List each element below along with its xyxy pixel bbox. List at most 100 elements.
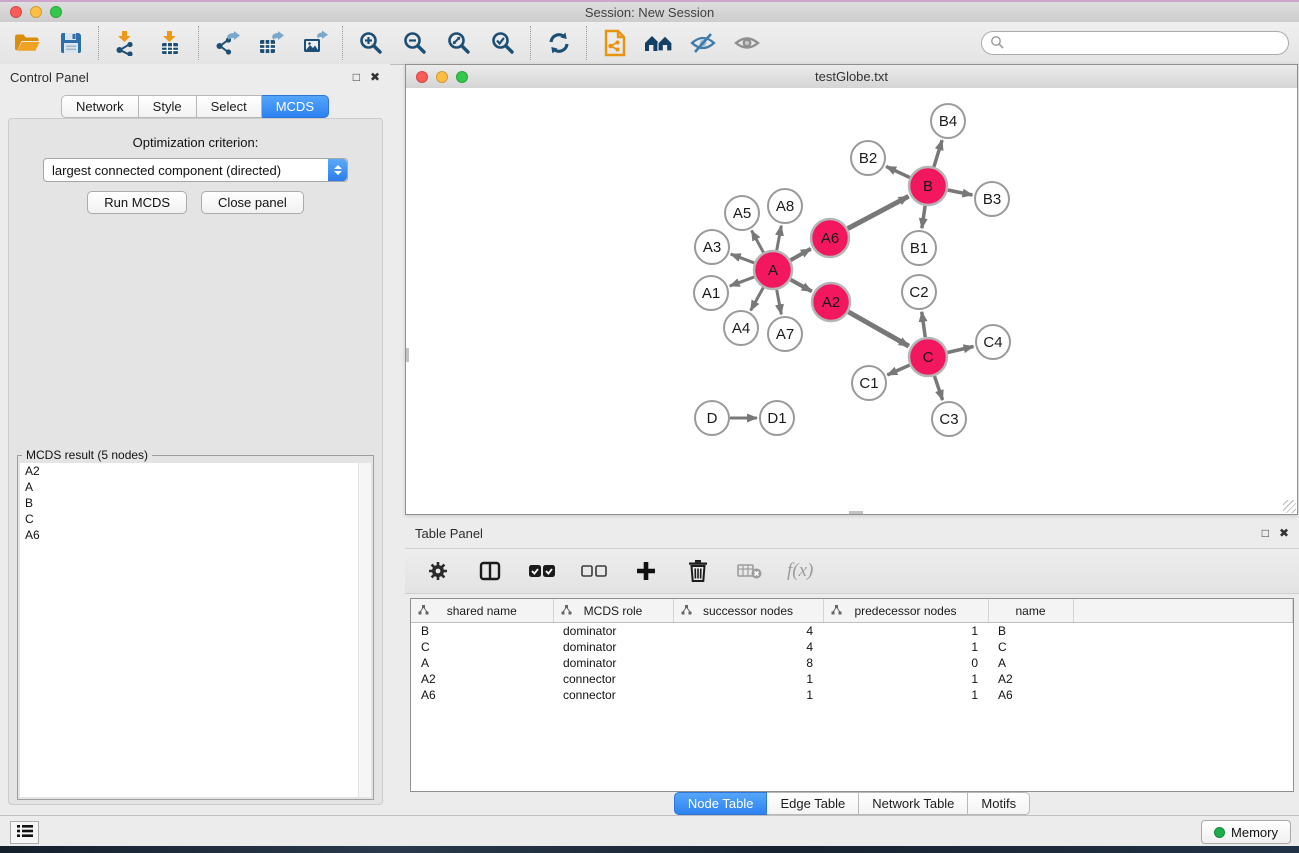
table-row[interactable]: A2connector11A2 [411,671,1293,687]
column-header[interactable]: name [988,599,1073,623]
graph-node[interactable]: A3 [695,230,729,264]
table-cell[interactable]: 1 [823,687,988,703]
float-panel-icon[interactable]: □ [353,71,360,83]
table-cell[interactable]: 4 [673,623,823,640]
table-cell[interactable]: 4 [673,639,823,655]
split-columns-button[interactable] [475,556,505,586]
table-cell[interactable]: A2 [411,671,553,687]
result-list-item[interactable]: A [20,479,371,495]
table-cell[interactable]: 1 [823,639,988,655]
tab-select[interactable]: Select [197,95,262,118]
table-cell[interactable]: A [988,655,1073,671]
ndex-button[interactable] [600,28,630,58]
table-cell[interactable]: B [988,623,1073,640]
hide-graphics-details-button[interactable] [688,28,718,58]
import-network-button[interactable] [112,28,142,58]
table-cell[interactable]: 1 [673,687,823,703]
zoom-out-button[interactable] [400,28,430,58]
graph-edge[interactable] [887,365,909,375]
close-panel-button[interactable]: Close panel [201,191,304,214]
task-history-button[interactable] [10,821,39,844]
table-cell[interactable]: C [411,639,553,655]
graph-node[interactable]: C1 [852,366,886,400]
tab-motifs[interactable]: Motifs [968,792,1030,815]
graph-edge[interactable] [922,312,926,337]
graph-edge[interactable] [730,277,754,286]
graph-node[interactable]: D [695,401,729,435]
resize-grip[interactable] [1283,500,1296,513]
close-panel-icon[interactable]: ✖ [1279,527,1289,539]
table-cell[interactable]: connector [553,687,673,703]
graph-node[interactable]: A [754,251,792,289]
table-cell[interactable]: A2 [988,671,1073,687]
network-zoom-button[interactable] [456,71,468,83]
graph-node[interactable]: C2 [902,275,936,309]
search-field[interactable] [981,31,1289,55]
close-panel-icon[interactable]: ✖ [370,71,380,83]
node-table[interactable]: shared nameMCDS rolesuccessor nodesprede… [410,598,1294,792]
graph-node[interactable]: C [909,338,947,376]
run-mcds-button[interactable]: Run MCDS [87,191,187,214]
zoom-in-button[interactable] [356,28,386,58]
table-cell[interactable]: 0 [823,655,988,671]
graph-edge[interactable] [934,140,942,167]
criterion-dropdown[interactable]: largest connected component (directed) [43,158,348,182]
column-header[interactable]: predecessor nodes [823,599,988,623]
graph-node[interactable]: C3 [932,402,966,436]
delete-columns-button[interactable] [683,556,713,586]
network-window-titlebar[interactable]: testGlobe.txt [406,65,1297,89]
graph-node[interactable]: B4 [931,104,965,138]
export-network-button[interactable] [212,28,242,58]
save-session-button[interactable] [56,28,86,58]
mcds-result-list[interactable]: A2ABCA6 [20,463,371,797]
graph-edge[interactable] [751,288,764,311]
table-cell[interactable]: dominator [553,623,673,640]
open-session-button[interactable] [12,28,42,58]
table-cell[interactable]: A6 [411,687,553,703]
minimize-window-button[interactable] [30,6,42,18]
unselect-all-columns-button[interactable] [579,556,609,586]
search-input[interactable] [1010,35,1280,51]
graph-edge[interactable] [848,196,909,228]
graph-node[interactable]: A8 [768,189,802,223]
result-scrollbar[interactable] [358,463,371,797]
select-all-columns-button[interactable] [527,556,557,586]
graph-node[interactable]: A2 [812,283,850,321]
graph-edge[interactable] [791,280,812,292]
table-row[interactable]: Bdominator41B [411,623,1293,640]
table-cell[interactable]: 8 [673,655,823,671]
home-button[interactable] [644,28,674,58]
table-cell[interactable]: connector [553,671,673,687]
table-cell[interactable]: 1 [673,671,823,687]
column-header[interactable]: shared name [411,599,553,623]
graph-node[interactable]: C4 [976,325,1010,359]
graph-edge[interactable] [886,166,910,177]
table-cell[interactable]: C [988,639,1073,655]
table-row[interactable]: A6connector11A6 [411,687,1293,703]
table-cell[interactable]: 1 [823,623,988,640]
result-list-item[interactable]: A2 [20,463,371,479]
table-cell[interactable]: dominator [553,639,673,655]
export-image-button[interactable] [300,28,330,58]
graph-edge[interactable] [752,231,764,253]
graph-edge[interactable] [947,346,973,352]
graph-node[interactable]: B3 [975,182,1009,216]
tab-mcds[interactable]: MCDS [262,95,329,118]
graph-node[interactable]: A4 [724,311,758,345]
graph-node[interactable]: A6 [811,219,849,257]
table-row[interactable]: Cdominator41C [411,639,1293,655]
table-cell[interactable]: 1 [823,671,988,687]
import-table-button[interactable] [156,28,186,58]
delete-table-button[interactable] [735,556,765,586]
graph-node[interactable]: D1 [760,401,794,435]
close-window-button[interactable] [10,6,22,18]
network-canvas[interactable]: B4B2BB3A5A8A6A3AB1A1C2A2A4A7C4C1CDD1C3 [406,88,1297,514]
zoom-selected-button[interactable] [488,28,518,58]
memory-button[interactable]: Memory [1201,820,1291,844]
table-settings-button[interactable] [423,556,453,586]
tab-network[interactable]: Network [61,95,139,118]
graph-node[interactable]: A5 [725,196,759,230]
table-cell[interactable]: dominator [553,655,673,671]
network-minimize-button[interactable] [436,71,448,83]
tab-style[interactable]: Style [139,95,197,118]
